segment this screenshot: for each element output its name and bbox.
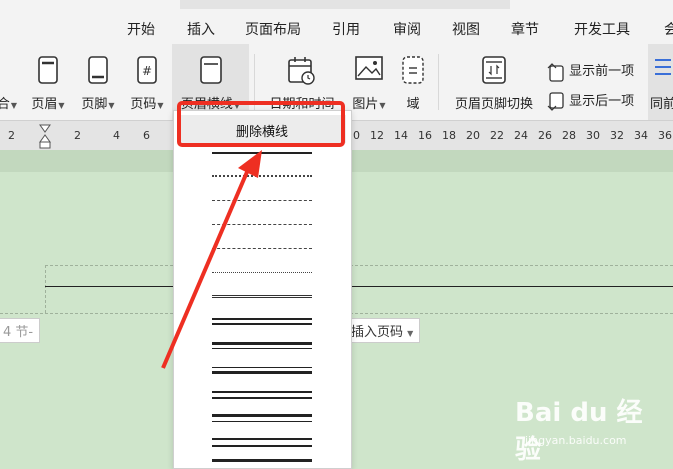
watermark-brand: Bai du 经验 [515,398,643,465]
baidu-watermark: Bai du 经验 jingyan.baidu.com [515,392,665,465]
watermark-url: jingyan.baidu.com [525,434,627,447]
